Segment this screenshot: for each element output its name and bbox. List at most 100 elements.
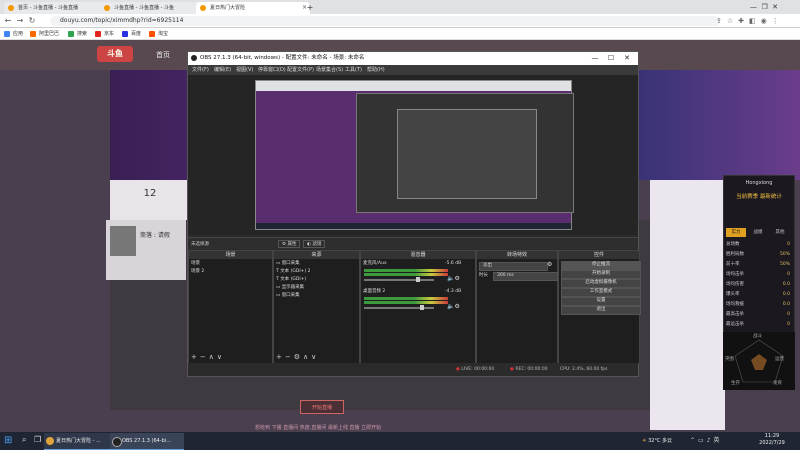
windows-start-icon[interactable]: ⊞ xyxy=(4,435,15,446)
radar-label: 突围 xyxy=(725,357,734,362)
mixer-channel-desktop-db: -4.3 dB xyxy=(445,289,462,294)
menu-docks[interactable]: 停靠窗口(D) xyxy=(258,65,286,75)
rank-row: 最高击杀 0 xyxy=(726,312,790,317)
clock[interactable]: 11:29 2022/7/29 xyxy=(752,433,792,447)
slider-handle[interactable] xyxy=(420,305,424,310)
dock-title: 场景 xyxy=(189,251,272,259)
scene-dock-controls[interactable]: +−∧∨ xyxy=(191,353,225,361)
properties-button[interactable]: ⚙ 属性 xyxy=(278,240,301,248)
tab-favicon xyxy=(200,5,206,11)
rank-row: 场均击杀 0 xyxy=(726,272,790,277)
radar-label: 战斗 xyxy=(753,334,762,339)
scenes-dock: 场景 场景 场景 2 +−∧∨ xyxy=(188,250,273,364)
desktop-volume-meter xyxy=(364,297,448,300)
source-item[interactable]: ▭ 窗口采集 xyxy=(276,293,300,299)
dock-title: 混音器 xyxy=(361,251,475,259)
obs-status-bar: ● LIVE: 00:00:00 ● REC: 00:00:00 CPU: 2.… xyxy=(188,363,638,376)
stop-streaming-button[interactable]: 停止推流 xyxy=(561,261,641,270)
minimize-icon[interactable]: — xyxy=(588,52,602,65)
reload-icon[interactable]: ↻ xyxy=(26,15,38,27)
source-item[interactable]: ▭ 窗口采集 xyxy=(276,261,300,267)
start-virtual-camera-button[interactable]: 启动虚拟摄像机 xyxy=(561,279,641,288)
transition-type-select[interactable]: 淡出 xyxy=(479,262,548,271)
start-recording-button[interactable]: 开始录制 xyxy=(561,270,641,279)
taskbar-app-obs[interactable]: OBS 27.1.3 (64-bi... xyxy=(110,433,184,450)
mic-volume-slider[interactable] xyxy=(364,277,434,282)
bookmark-item[interactable]: 百度 xyxy=(122,28,141,40)
menu-file[interactable]: 文件(F) xyxy=(192,65,209,75)
bookmark-icon xyxy=(68,31,74,37)
obs-menu-bar: 文件(F) 编辑(E) 视图(V) 停靠窗口(D) 配置文件(P) 场景集合(S… xyxy=(188,65,638,75)
window-controls[interactable]: — ❐ ✕ xyxy=(750,1,798,13)
bookmark-item[interactable]: 搜索 xyxy=(68,28,87,40)
search-icon[interactable]: ⌕ xyxy=(22,435,26,445)
mic-volume-meter xyxy=(364,269,448,272)
scene-item[interactable]: 场景 2 xyxy=(191,269,204,275)
url-input[interactable]: douyu.com/topic/ximmdhp?rid=6925114 xyxy=(50,16,720,26)
radar-label: 生存 xyxy=(731,381,740,386)
scene-item[interactable]: 场景 xyxy=(191,261,200,267)
close-icon[interactable]: ✕ xyxy=(620,52,634,65)
streamer-card[interactable]: 斋落 : 请假 xyxy=(106,220,186,280)
desktop-volume-slider[interactable] xyxy=(364,305,434,310)
site-logo[interactable]: 斗鱼 xyxy=(97,46,133,62)
browser-tab-bar: 首页 - 斗鱼直播 - 斗鱼直播× 斗鱼直播 - 斗鱼直播 - 斗鱼× 夏日热门… xyxy=(0,0,800,14)
new-tab-button[interactable]: + xyxy=(304,2,316,14)
source-dock-controls[interactable]: +−⚙∧∨ xyxy=(276,353,319,361)
browser-tab-1[interactable]: 首页 - 斗鱼直播 - 斗鱼直播× xyxy=(4,2,110,14)
mic-volume-meter xyxy=(364,273,448,276)
menu-view[interactable]: 视图(V) xyxy=(236,65,253,75)
menu-help[interactable]: 帮助(H) xyxy=(367,65,385,75)
gear-icon[interactable]: ⚙ xyxy=(547,262,552,268)
desktop-volume-meter xyxy=(364,301,448,304)
cpu-fps: CPU: 2.4%, 60.00 fps xyxy=(560,367,608,372)
menu-scene-collection[interactable]: 场景集合(S) xyxy=(316,65,343,75)
menu-tools[interactable]: 工具(T) xyxy=(345,65,362,75)
obs-preview[interactable] xyxy=(188,75,638,235)
settings-button[interactable]: 设置 xyxy=(561,297,641,306)
weather[interactable]: ☀ 32°C 多云 xyxy=(642,433,672,449)
source-item[interactable]: ▭ 显示器采集 xyxy=(276,285,304,291)
bookmark-item[interactable]: 应用 xyxy=(4,28,23,40)
bookmark-icon xyxy=(149,31,155,37)
browser-tab-2[interactable]: 斗鱼直播 - 斗鱼直播 - 斗鱼× xyxy=(100,2,206,14)
rank-tab-record[interactable]: 战绩 xyxy=(748,228,768,237)
browser-toolbar-icons[interactable]: ⇪☆✚◧◉⋮ xyxy=(716,15,796,27)
bookmark-item[interactable]: 阿里巴巴 xyxy=(30,28,59,40)
bookmark-icon xyxy=(95,31,101,37)
obs-title-bar: OBS 27.1.3 (64-bit, windows) - 配置文件: 未命名… xyxy=(188,52,638,65)
slider-handle[interactable] xyxy=(416,277,420,282)
tab-title: 斗鱼直播 - 斗鱼直播 - 斗鱼 xyxy=(114,5,174,11)
captured-taskbar xyxy=(256,223,571,229)
taskbar-app-chrome[interactable]: 夏日热门大冒险 - ... xyxy=(44,433,118,450)
duration-input[interactable]: 300 ms xyxy=(493,272,558,281)
rank-tab-other[interactable]: 其他 xyxy=(770,228,790,237)
rank-tab-strength[interactable]: 实力 xyxy=(726,228,746,237)
rank-subtitle: 当前赛季 最新统计 xyxy=(736,194,782,200)
bookmark-item[interactable]: 淘宝 xyxy=(149,28,168,40)
menu-edit[interactable]: 编辑(E) xyxy=(214,65,231,75)
maximize-icon[interactable]: ☐ xyxy=(604,52,618,65)
back-icon[interactable]: ← xyxy=(2,15,14,27)
source-toolbar: 未选择源 ⚙ 属性 ◐ 滤镜 xyxy=(188,237,638,249)
duration-label: 时长 xyxy=(479,273,488,278)
start-live-button[interactable]: 开始直播 xyxy=(300,400,344,414)
nested-obs-capture xyxy=(356,93,574,213)
avatar[interactable] xyxy=(110,226,136,256)
menu-profile[interactable]: 配置文件(P) xyxy=(287,65,314,75)
studio-mode-button[interactable]: 工作室模式 xyxy=(561,288,641,297)
filters-button[interactable]: ◐ 滤镜 xyxy=(303,240,326,248)
source-item[interactable]: T 文本 (GDI+) 2 xyxy=(276,269,310,275)
tray-icons[interactable]: ⌃▭♪英 xyxy=(690,433,723,449)
forward-icon[interactable]: → xyxy=(14,15,26,27)
nav-home[interactable]: 首页 xyxy=(156,50,170,60)
source-item[interactable]: T 文本 (GDI+) xyxy=(276,277,306,283)
tab-title: 首页 - 斗鱼直播 - 斗鱼直播 xyxy=(18,5,78,11)
audio-mixer-dock: 混音器 麦克风/Aux -5.6 dB 🔈⚙ 桌面音频 2 -4.3 dB 🔈⚙ xyxy=(360,250,476,364)
speaker-icon[interactable]: 🔈⚙ xyxy=(447,276,460,282)
bookmark-item[interactable]: 京东 xyxy=(95,28,114,40)
browser-tab-3[interactable]: 夏日热门大冒险 × xyxy=(196,2,310,14)
speaker-icon[interactable]: 🔈⚙ xyxy=(447,304,460,310)
exit-button[interactable]: 退出 xyxy=(561,306,641,315)
task-view-icon[interactable]: ❐ xyxy=(34,435,41,444)
